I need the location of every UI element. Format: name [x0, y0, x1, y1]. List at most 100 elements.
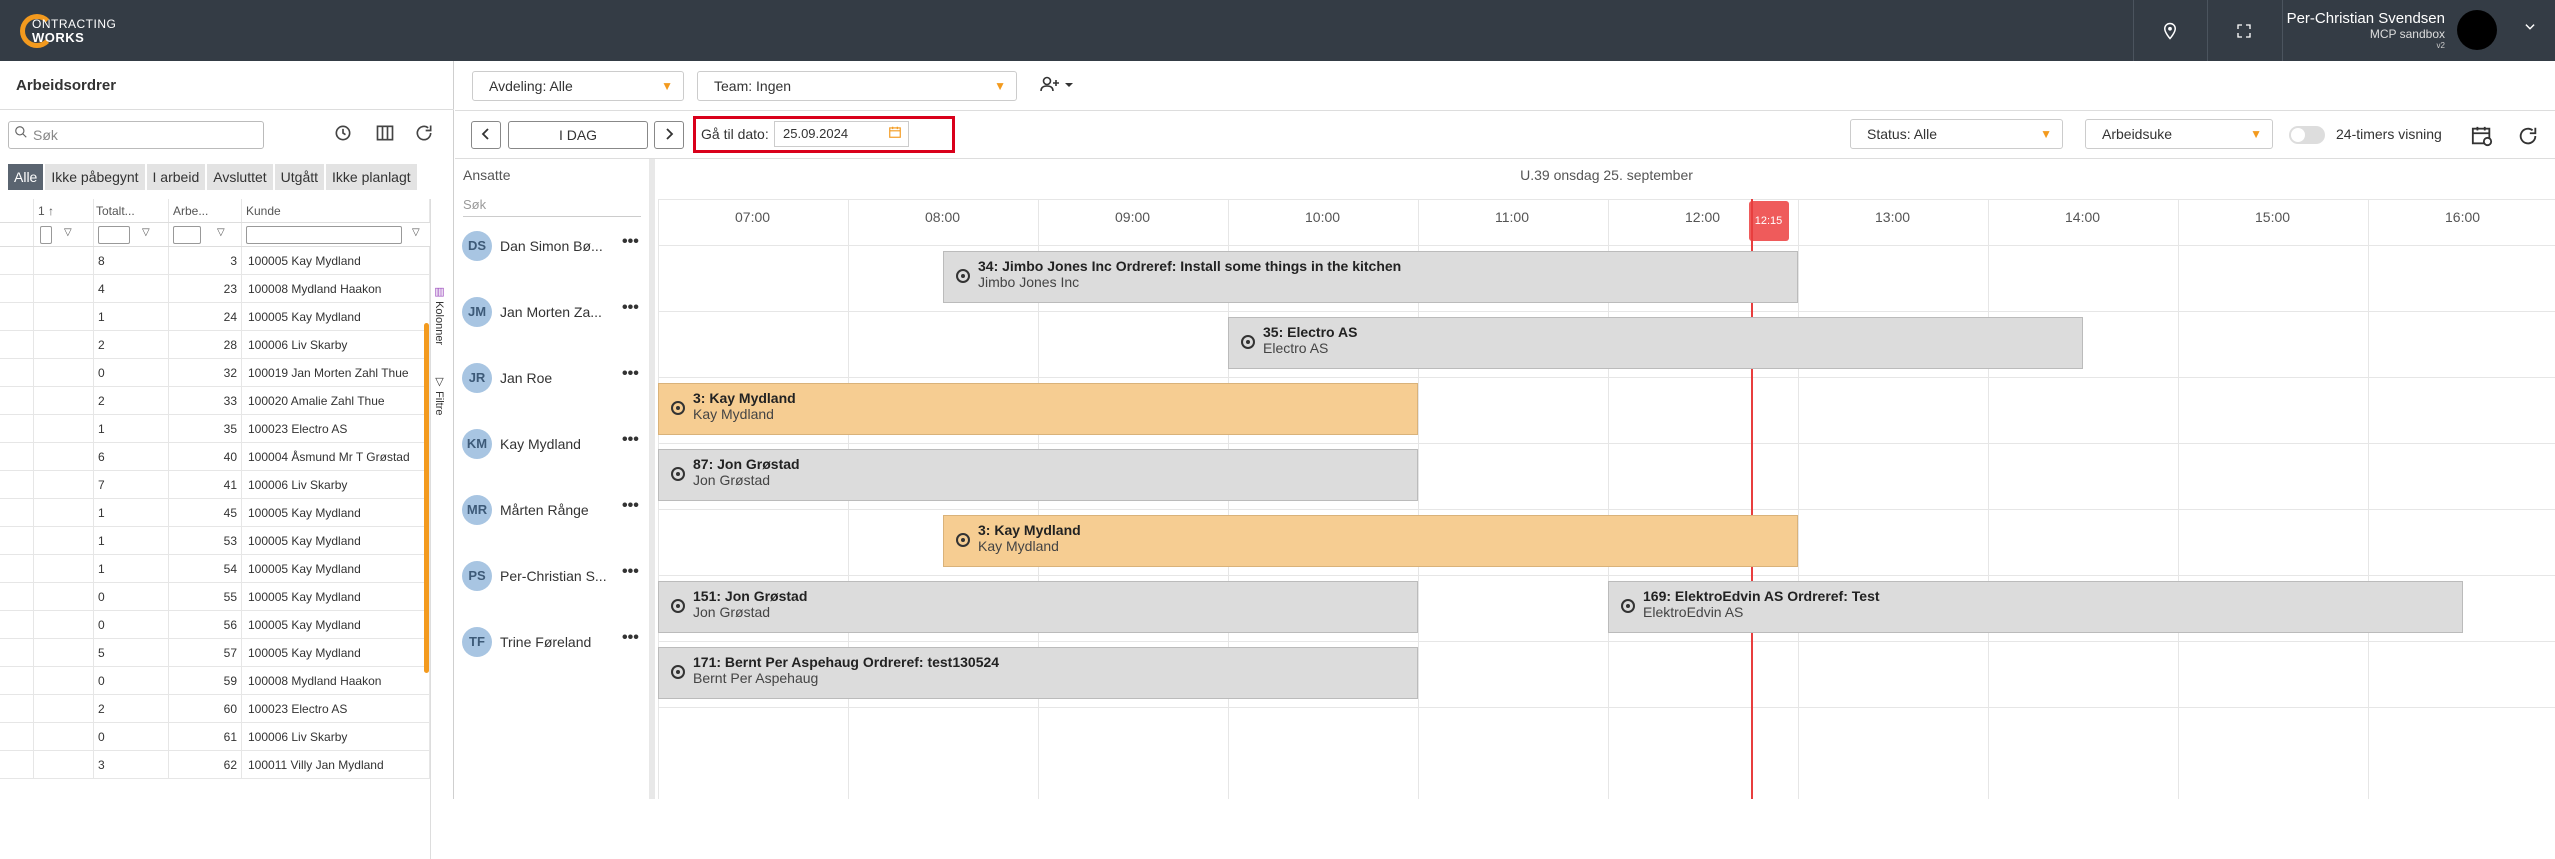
column-header-total[interactable]: Totalt... [94, 199, 169, 222]
table-row[interactable]: 1 53 100005 Kay Mydland [0, 527, 430, 555]
employee-row[interactable]: TF Trine Føreland ••• [455, 607, 655, 673]
calendar-settings-icon[interactable] [2471, 125, 2493, 150]
employee-row[interactable]: PS Per-Christian S... ••• [455, 541, 655, 607]
fullscreen-icon[interactable] [2230, 17, 2258, 45]
row-checkbox-cell[interactable] [0, 275, 34, 302]
table-row[interactable]: 0 55 100005 Kay Mydland [0, 583, 430, 611]
table-row[interactable]: 1 45 100005 Kay Mydland [0, 499, 430, 527]
row-checkbox-cell[interactable] [0, 415, 34, 442]
table-row[interactable]: 1 35 100023 Electro AS [0, 415, 430, 443]
filter-icon[interactable]: ▽ [412, 227, 420, 238]
scrollbar[interactable] [424, 323, 429, 673]
row-checkbox-cell[interactable] [0, 583, 34, 610]
location-pin-icon[interactable] [2156, 17, 2184, 45]
row-checkbox-cell[interactable] [0, 247, 34, 274]
table-row[interactable]: 0 59 100008 Mydland Haakon [0, 667, 430, 695]
work-order-block[interactable]: 87: Jon Grøstad Jon Grøstad [658, 449, 1418, 501]
filter-icon[interactable]: ▽ [142, 227, 150, 238]
search-input[interactable]: Søk [8, 121, 264, 149]
next-day-button[interactable] [654, 121, 684, 149]
row-checkbox-cell[interactable] [0, 639, 34, 666]
filter-input[interactable] [173, 226, 201, 244]
status-dropdown[interactable]: Status: Alle ▼ [1850, 119, 2063, 149]
table-row[interactable]: 4 23 100008 Mydland Haakon [0, 275, 430, 303]
row-checkbox-cell[interactable] [0, 751, 34, 778]
work-order-block[interactable]: 169: ElektroEdvin AS Ordreref: Test Elekt… [1608, 581, 2463, 633]
employee-row[interactable]: JR Jan Roe ••• [455, 343, 655, 409]
filter-expired[interactable]: Utgått [274, 164, 325, 190]
more-options-icon[interactable]: ••• [622, 365, 639, 383]
more-options-icon[interactable]: ••• [622, 563, 639, 581]
user-group-icon[interactable] [1040, 75, 1076, 98]
filter-icon[interactable]: ▽ [217, 227, 225, 238]
more-options-icon[interactable]: ••• [622, 233, 639, 251]
row-checkbox-cell[interactable] [0, 695, 34, 722]
more-options-icon[interactable]: ••• [622, 431, 639, 449]
row-checkbox-cell[interactable] [0, 611, 34, 638]
row-checkbox-cell[interactable] [0, 555, 34, 582]
more-options-icon[interactable]: ••• [622, 497, 639, 515]
row-checkbox-cell[interactable] [0, 331, 34, 358]
table-row[interactable]: 2 28 100006 Liv Skarby [0, 331, 430, 359]
row-checkbox-cell[interactable] [0, 499, 34, 526]
table-row[interactable]: 1 24 100005 Kay Mydland [0, 303, 430, 331]
department-dropdown[interactable]: Avdeling: Alle ▼ [472, 71, 684, 101]
row-checkbox-cell[interactable] [0, 443, 34, 470]
work-order-block[interactable]: 3: Kay Mydland Kay Mydland [943, 515, 1798, 567]
row-checkbox-cell[interactable] [0, 667, 34, 694]
previous-day-button[interactable] [471, 121, 501, 149]
table-row[interactable]: 2 33 100020 Amalie Zahl Thue [0, 387, 430, 415]
row-checkbox-cell[interactable] [0, 387, 34, 414]
filter-input[interactable] [98, 226, 130, 244]
filters-tab[interactable]: ▽ Filtre [433, 375, 446, 416]
filter-all[interactable]: Alle [8, 164, 44, 190]
work-order-block[interactable]: 3: Kay Mydland Kay Mydland [658, 383, 1418, 435]
employee-row[interactable]: DS Dan Simon Bø... ••• [455, 211, 655, 277]
more-options-icon[interactable]: ••• [622, 299, 639, 317]
refresh-icon[interactable] [414, 123, 434, 148]
today-button[interactable]: I DAG [508, 121, 648, 149]
row-checkbox-cell[interactable] [0, 527, 34, 554]
filter-icon[interactable]: ▽ [64, 227, 72, 238]
table-row[interactable]: 3 62 100011 Villy Jan Mydland [0, 751, 430, 779]
filter-input[interactable] [246, 226, 402, 244]
view-dropdown[interactable]: Arbeidsuke ▼ [2085, 119, 2273, 149]
filter-not-started[interactable]: Ikke påbegynt [45, 164, 145, 190]
table-row[interactable]: 5 57 100005 Kay Mydland [0, 639, 430, 667]
work-order-block[interactable]: 151: Jon Grøstad Jon Grøstad [658, 581, 1418, 633]
table-row[interactable]: 1 54 100005 Kay Mydland [0, 555, 430, 583]
table-row[interactable]: 0 56 100005 Kay Mydland [0, 611, 430, 639]
avatar[interactable] [2457, 10, 2497, 50]
team-dropdown[interactable]: Team: Ingen ▼ [697, 71, 1017, 101]
columns-icon[interactable] [375, 123, 395, 148]
table-row[interactable]: 8 3 100005 Kay Mydland [0, 247, 430, 275]
row-checkbox-cell[interactable] [0, 303, 34, 330]
app-logo[interactable]: ONTRACTING WORKS [20, 12, 116, 50]
employee-row[interactable]: JM Jan Morten Za... ••• [455, 277, 655, 343]
table-row[interactable]: 0 32 100019 Jan Morten Zahl Thue [0, 359, 430, 387]
filter-in-progress[interactable]: I arbeid [146, 164, 206, 190]
user-info[interactable]: Per-Christian Svendsen MCP sandbox v2 [2287, 10, 2445, 50]
row-checkbox-cell[interactable] [0, 471, 34, 498]
table-row[interactable]: 0 61 100006 Liv Skarby [0, 723, 430, 751]
table-row[interactable]: 7 41 100006 Liv Skarby [0, 471, 430, 499]
table-row[interactable]: 2 60 100023 Electro AS [0, 695, 430, 723]
column-header-work[interactable]: Arbe... [169, 199, 242, 222]
refresh-icon[interactable] [2517, 125, 2539, 150]
filter-completed[interactable]: Avsluttet [207, 164, 273, 190]
filter-input[interactable] [40, 226, 52, 244]
work-order-block[interactable]: 35: Electro AS Electro AS [1228, 317, 2083, 369]
work-order-block[interactable]: 34: Jimbo Jones Inc Ordreref: Install so… [943, 251, 1798, 303]
chevron-down-icon[interactable] [2523, 20, 2537, 39]
more-options-icon[interactable]: ••• [622, 629, 639, 647]
columns-tab[interactable]: ▥ Kolonner [433, 285, 446, 345]
table-row[interactable]: 6 40 100004 Åsmund Mr T Grøstad [0, 443, 430, 471]
filter-not-planned[interactable]: Ikke planlagt [326, 164, 417, 190]
employee-row[interactable]: KM Kay Mydland ••• [455, 409, 655, 475]
row-checkbox-cell[interactable] [0, 723, 34, 750]
employee-row[interactable]: MR Mårten Rånge ••• [455, 475, 655, 541]
history-icon[interactable] [333, 123, 353, 148]
24h-toggle[interactable] [2289, 126, 2325, 144]
work-order-block[interactable]: 171: Bernt Per Aspehaug Ordreref: test13… [658, 647, 1418, 699]
column-header-id[interactable]: 1 ↑ [34, 199, 94, 222]
